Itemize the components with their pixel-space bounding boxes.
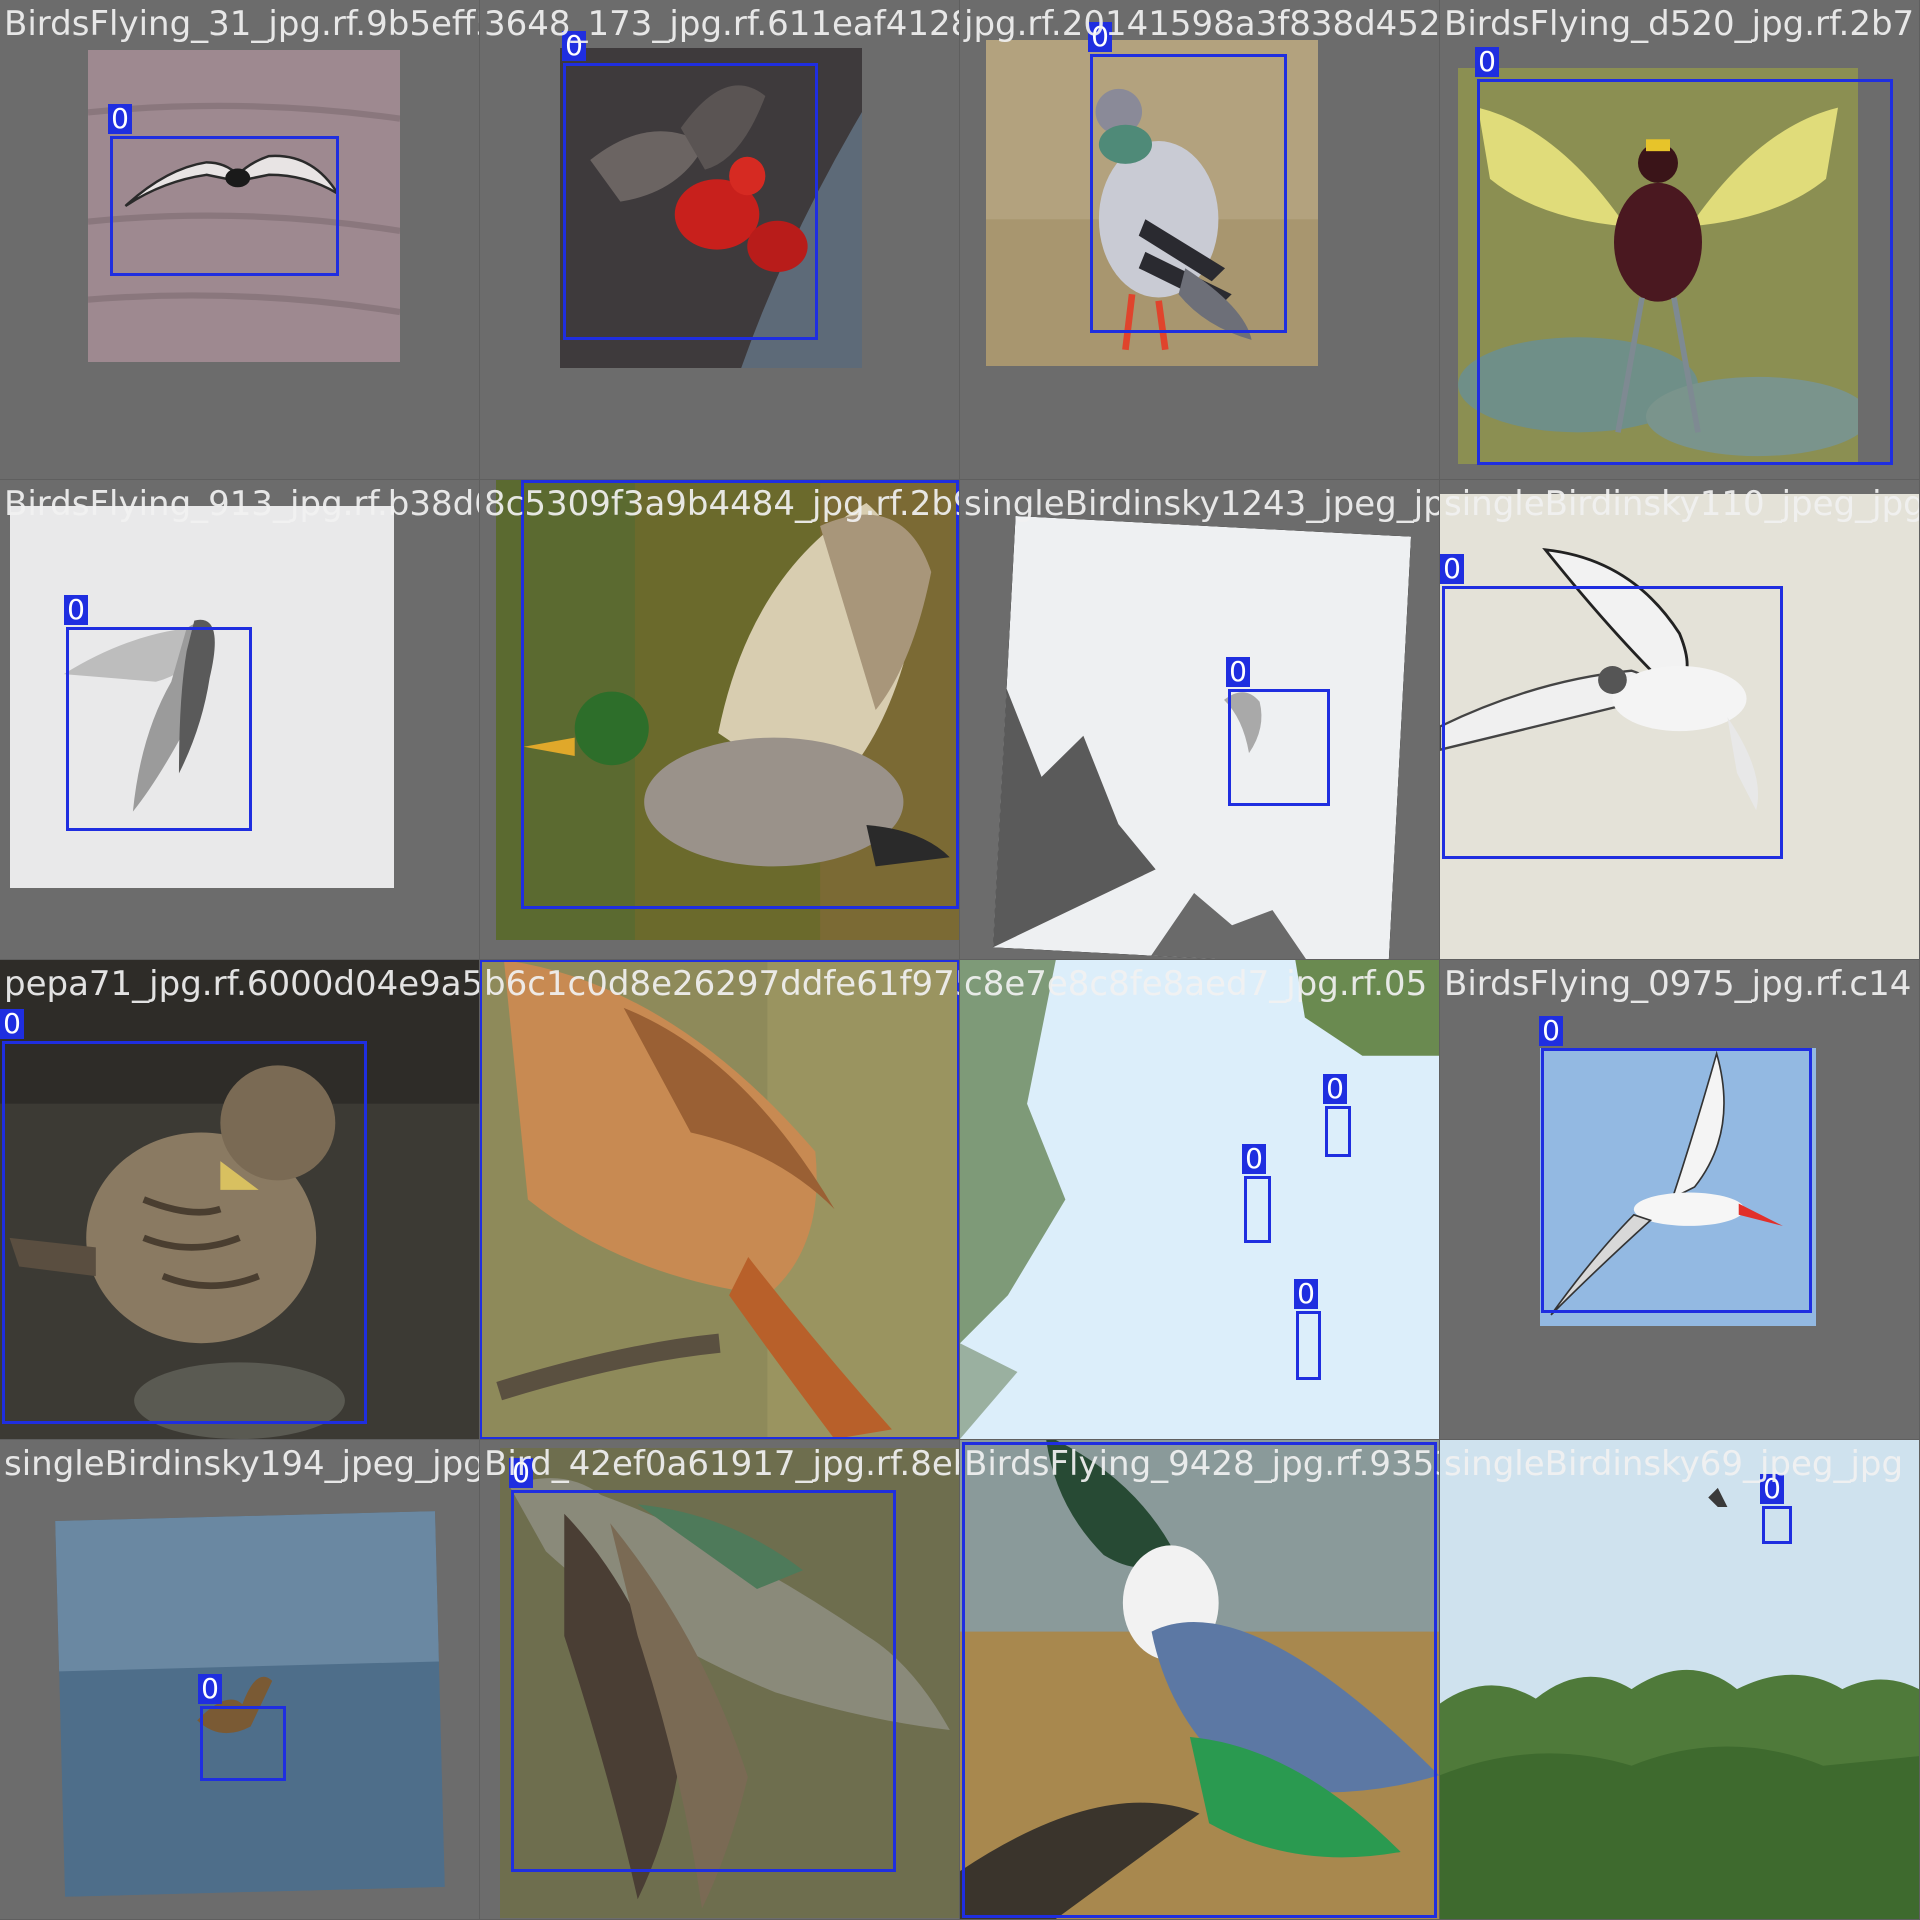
bounding-box [1477,79,1893,465]
tile-12: 0 BirdsFlying_0975_jpg.rf.c14 [1440,960,1919,1439]
tile-8: 0 singleBirdinsky110_jpeg_jpg [1440,480,1919,959]
tile-11: 0 0 0 c8e7e8c8fe8aed7_jpg.rf.05 [960,960,1439,1439]
class-label: 0 [0,1009,24,1039]
tile-filename: BirdsFlying_9428_jpg.rf.9353 [964,1444,1439,1484]
bounding-box [200,1706,286,1781]
bounding-box [962,1442,1437,1918]
tile-filename: BirdsFlying_d520_jpg.rf.2b7 [1444,4,1915,44]
tile-filename: singleBirdinsky1243_jpeg_jpg [964,484,1439,524]
tile-9: 0 pepa71_jpg.rf.6000d04e9a5 [0,960,479,1439]
tile-filename: BirdsFlying_31_jpg.rf.9b5eff5f4873bbaa5 [4,4,479,44]
class-label: 0 [64,595,88,625]
bounding-box [2,1041,367,1424]
bounding-box [1228,689,1330,806]
tile-1: 0 BirdsFlying_31_jpg.rf.9b5eff5f4873bbaa… [0,0,479,479]
bounding-box [1442,586,1783,859]
bounding-box [563,63,818,340]
bounding-box [1762,1506,1792,1544]
tile-filename: pepa71_jpg.rf.6000d04e9a5 [4,964,479,1004]
detection-batch-grid: 0 BirdsFlying_31_jpg.rf.9b5eff5f4873bbaa… [0,0,1920,1920]
tile-filename: b6c1c0d8e26297ddfe61f9758 [484,964,959,1004]
bounding-box [110,136,339,276]
tile-7: 0 singleBirdinsky1243_jpeg_jpg [960,480,1439,959]
tile-13: 0 singleBirdinsky194_jpeg_jpg [0,1440,479,1919]
class-label: 0 [108,104,132,134]
tile-filename: Bird_42ef0a61917_jpg.rf.8eb [484,1444,959,1484]
tile-filename: BirdsFlying_913_jpg.rf.b38d0d [4,484,479,524]
tile-16: 0 singleBirdinsky69_jpeg_jpg [1440,1440,1919,1919]
bounding-box [1244,1176,1271,1243]
class-label: 0 [1294,1279,1318,1309]
tile-filename: singleBirdinsky69_jpeg_jpg [1444,1444,1904,1484]
class-label: 0 [1440,554,1464,584]
class-label: 0 [198,1674,222,1704]
tile-filename: singleBirdinsky194_jpeg_jpg [4,1444,479,1484]
bounding-box [480,960,959,1439]
tile-5: 0 BirdsFlying_913_jpg.rf.b38d0d [0,480,479,959]
tile-2: 0 3648_173_jpg.rf.611eaf4128f5d69 [480,0,959,479]
tile-filename: c8e7e8c8fe8aed7_jpg.rf.05 [964,964,1428,1004]
tile-14: 0 Bird_42ef0a61917_jpg.rf.8eb [480,1440,959,1919]
bounding-box [1090,54,1287,333]
bounding-box [511,1490,896,1872]
class-label: 0 [1226,657,1250,687]
tile-6: 0 8c5309f3a9b4484_jpg.rf.2b9c [480,480,959,959]
tile-15: 0 BirdsFlying_9428_jpg.rf.9353 [960,1440,1439,1919]
bird-photo [55,1511,445,1897]
tile-filename: singleBirdinsky110_jpeg_jpg [1444,484,1919,524]
bounding-box [66,627,252,831]
tile-3: 0 jpg.rf.20141598a3f838d4520 [960,0,1439,479]
class-label: 0 [1323,1074,1347,1104]
class-label: 0 [1539,1016,1563,1046]
tile-filename: 3648_173_jpg.rf.611eaf4128f5d69 [484,4,959,44]
tile-filename: jpg.rf.20141598a3f838d4520 [964,4,1439,44]
bird-photo [960,960,1439,1439]
class-label: 0 [1242,1144,1266,1174]
tile-filename: 8c5309f3a9b4484_jpg.rf.2b9c [484,484,959,524]
bird-photo [1440,1440,1919,1919]
bounding-box [1325,1106,1351,1157]
class-label: 0 [1475,47,1499,77]
bounding-box [521,480,959,909]
tile-4: 0 BirdsFlying_d520_jpg.rf.2b7 [1440,0,1919,479]
tile-10: 0 b6c1c0d8e26297ddfe61f9758 [480,960,959,1439]
bounding-box [1296,1311,1321,1380]
tile-filename: BirdsFlying_0975_jpg.rf.c14 [1444,964,1912,1004]
bounding-box [1541,1048,1812,1313]
bird-photo [992,515,1412,959]
